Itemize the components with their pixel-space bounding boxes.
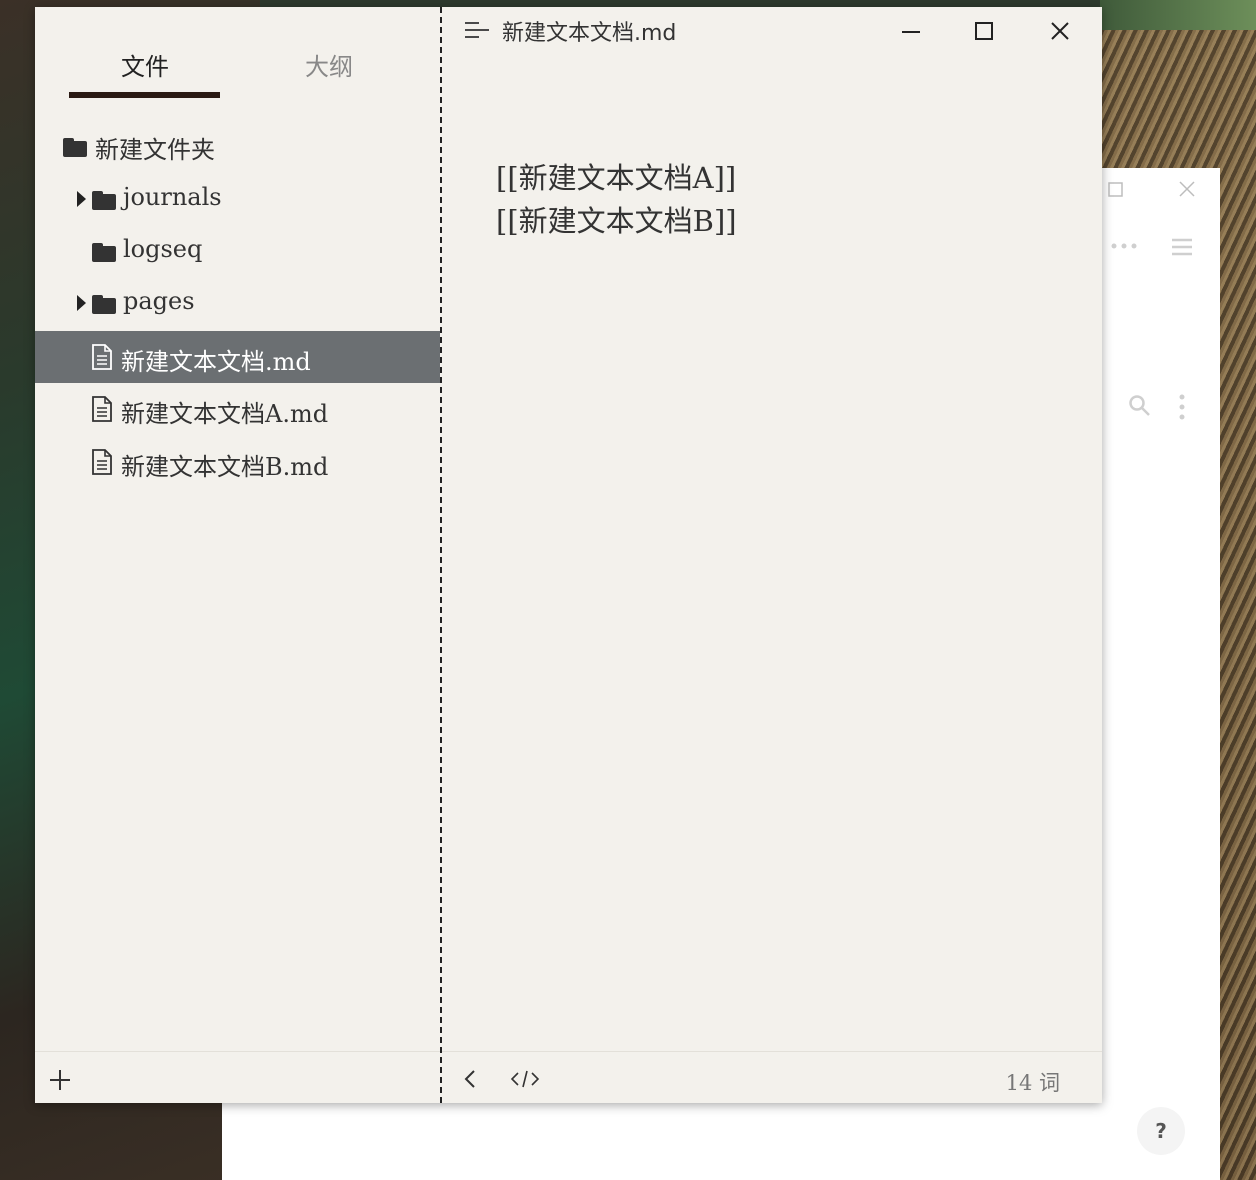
tree-item-label: journals bbox=[123, 183, 222, 211]
minimize-icon[interactable] bbox=[899, 19, 923, 43]
desktop-background-top bbox=[1100, 0, 1256, 30]
caret-right-icon[interactable] bbox=[77, 191, 86, 207]
tree-item-root-folder[interactable]: 新建文件夹 bbox=[35, 119, 440, 171]
app-window: 文件 大纲 新建文件夹 journals logseq pages 新建文本文档… bbox=[35, 7, 1102, 1103]
folder-icon bbox=[92, 243, 116, 262]
title-bar: 新建文本文档.md bbox=[442, 7, 1102, 53]
editor-pane: 新建文本文档.md [[新建文本文档A]] [[新建文本文档B]] 14 词 bbox=[442, 7, 1102, 1103]
tab-files[interactable]: 文件 bbox=[121, 47, 169, 82]
sidebar-footer bbox=[35, 1051, 440, 1104]
close-icon[interactable] bbox=[1048, 19, 1072, 43]
document-icon bbox=[92, 396, 112, 422]
tree-item-pages[interactable]: pages bbox=[35, 276, 440, 328]
word-count: 14 词 bbox=[1005, 1071, 1060, 1095]
more-horizontal-icon[interactable] bbox=[1110, 242, 1140, 250]
status-bar: 14 词 bbox=[442, 1051, 1102, 1104]
wiki-link-line[interactable]: [[新建文本文档B]] bbox=[496, 200, 737, 243]
folder-icon bbox=[92, 295, 116, 314]
close-icon[interactable] bbox=[1178, 180, 1196, 198]
plus-icon[interactable] bbox=[49, 1069, 71, 1091]
more-vertical-icon[interactable] bbox=[1177, 394, 1187, 420]
chevron-left-icon[interactable] bbox=[462, 1068, 478, 1090]
tree-item-label: 新建文件夹 bbox=[95, 136, 215, 164]
tree-item-label: 新建文本文档A.md bbox=[121, 400, 329, 428]
tab-outline[interactable]: 大纲 bbox=[305, 47, 353, 82]
document-icon bbox=[92, 449, 112, 475]
caret-right-icon[interactable] bbox=[77, 295, 86, 311]
hamburger-icon[interactable] bbox=[1171, 238, 1193, 256]
maximize-icon[interactable] bbox=[1108, 182, 1124, 198]
maximize-icon[interactable] bbox=[972, 19, 996, 43]
wiki-link-line[interactable]: [[新建文本文档A]] bbox=[496, 157, 737, 200]
sidebar: 文件 大纲 新建文件夹 journals logseq pages 新建文本文档… bbox=[35, 7, 442, 1103]
tree-item-file-a[interactable]: 新建文本文档A.md bbox=[35, 383, 440, 435]
tree-item-label: 新建文本文档.md bbox=[121, 348, 311, 376]
document-icon bbox=[92, 344, 112, 370]
folder-icon bbox=[63, 138, 87, 157]
help-button[interactable]: ? bbox=[1137, 1107, 1185, 1155]
editor-content[interactable]: [[新建文本文档A]] [[新建文本文档B]] bbox=[496, 157, 737, 243]
tree-item-label: logseq bbox=[123, 235, 203, 263]
tree-item-logseq[interactable]: logseq bbox=[35, 224, 440, 276]
search-icon[interactable] bbox=[1128, 394, 1152, 418]
tree-item-file-b[interactable]: 新建文本文档B.md bbox=[35, 436, 440, 488]
tree-item-file-active[interactable]: 新建文本文档.md bbox=[35, 331, 440, 383]
tree-item-label: 新建文本文档B.md bbox=[121, 453, 329, 481]
tree-item-journals[interactable]: journals bbox=[35, 172, 440, 224]
tree-item-label: pages bbox=[123, 287, 195, 315]
source-code-icon[interactable] bbox=[510, 1068, 540, 1090]
active-tab-indicator bbox=[69, 92, 220, 98]
document-title: 新建文本文档.md bbox=[502, 21, 677, 46]
folder-icon bbox=[92, 191, 116, 210]
menu-icon[interactable] bbox=[464, 21, 490, 39]
